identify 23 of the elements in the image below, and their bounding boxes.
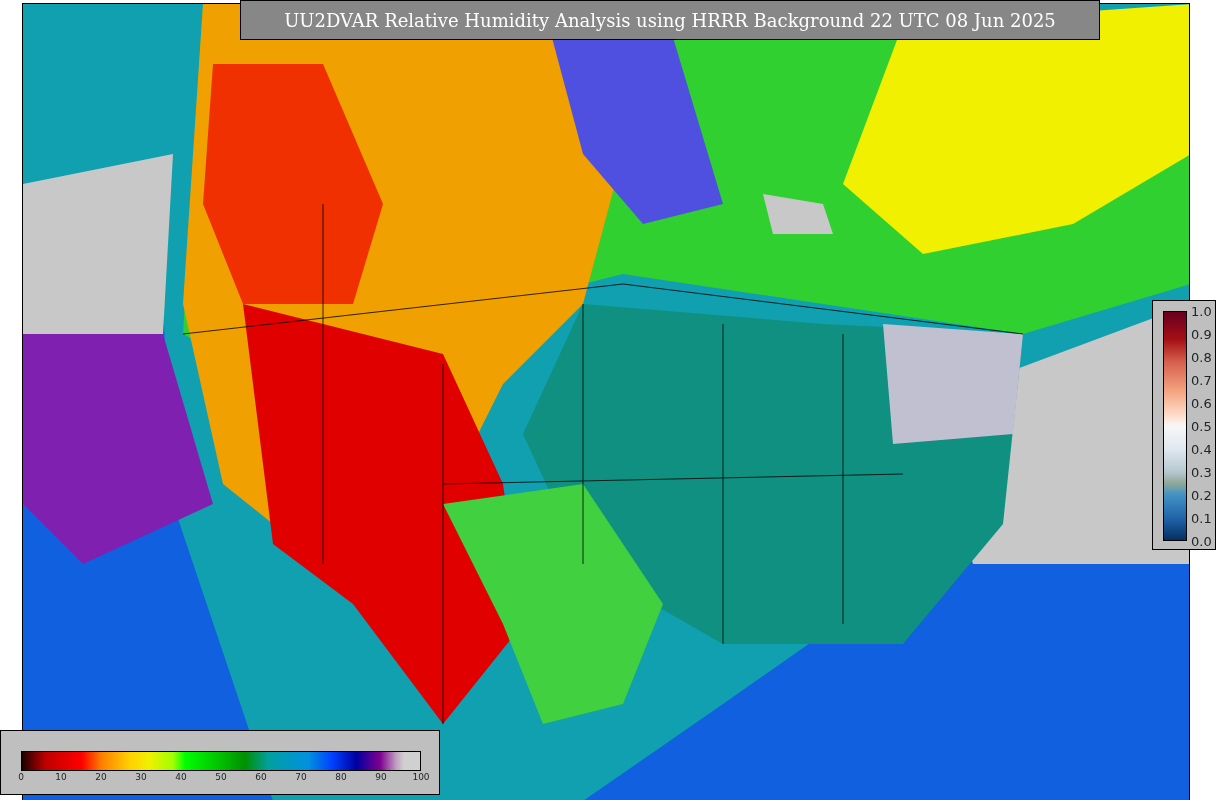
tick-label: 0.9 (1191, 327, 1212, 341)
tick-label: 0.7 (1191, 373, 1212, 387)
tick-label: 80 (335, 773, 347, 782)
tick-label: 90 (375, 773, 387, 782)
tick-label: 0.2 (1191, 488, 1212, 502)
tick-label: 1.0 (1191, 304, 1212, 318)
tick-label: 40 (175, 773, 187, 782)
tick-label: 0.8 (1191, 350, 1212, 364)
tick-label: 30 (135, 773, 147, 782)
tick-label: 0.4 (1191, 442, 1212, 456)
tick-label: 60 (255, 773, 267, 782)
tick-label: 70 (295, 773, 307, 782)
map-title: UU2DVAR Relative Humidity Analysis using HRRR Background 22 UTC 08 Jun 2025 (240, 0, 1100, 40)
tick-label: 100 (412, 773, 430, 782)
tick-label: 0.6 (1191, 396, 1212, 410)
tick-label: 0.1 (1191, 511, 1212, 525)
tick-label: 0.3 (1191, 465, 1212, 479)
tick-label: 0 (18, 773, 24, 782)
tick-label: 0.5 (1191, 419, 1212, 433)
tick-label: 0.0 (1191, 534, 1212, 548)
tick-label: 50 (215, 773, 227, 782)
tick-label: 10 (55, 773, 67, 782)
tick-label: 20 (95, 773, 107, 782)
